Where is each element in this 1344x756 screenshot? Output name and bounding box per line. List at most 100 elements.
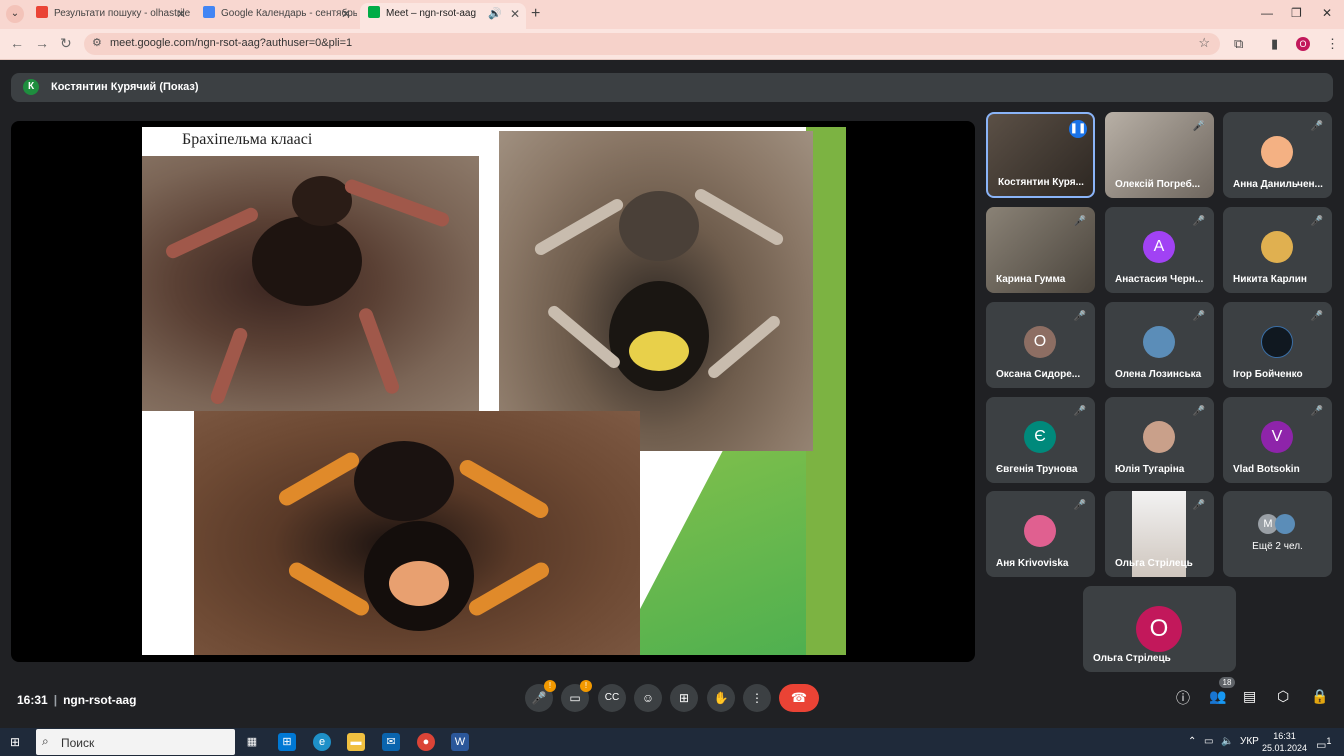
meeting-info: 16:31 | ngn-rsot-aag [17, 693, 137, 707]
participant-tile[interactable]: 🎤 Никита Карлин [1223, 207, 1332, 293]
tray-chevron-icon[interactable]: ⌃ [1188, 736, 1196, 747]
volume-icon[interactable]: 🔈 [1221, 736, 1233, 747]
chrome-icon[interactable]: ● [417, 733, 435, 751]
slide-title: Брахіпельма клаасі [182, 131, 313, 148]
self-view-tile[interactable]: О Ольга Стрілець [1083, 586, 1236, 672]
presenter-label: Костянтин Курячий (Показ) [51, 81, 199, 93]
speaking-icon: ❚❚ [1069, 120, 1087, 138]
gmail-icon [36, 6, 48, 18]
language-indicator[interactable]: УКР [1240, 736, 1259, 747]
warning-icon: ! [580, 680, 592, 692]
participant-tile[interactable]: ❚❚ Костянтин Куря... [986, 112, 1095, 198]
mic-off-icon: 🎤 [1192, 311, 1206, 322]
mail-icon[interactable]: ✉ [382, 733, 400, 751]
forward-icon[interactable]: → [35, 35, 49, 51]
word-icon[interactable]: W [451, 733, 469, 751]
participant-tile[interactable]: 🎤 Олексій Погреб... [1105, 112, 1214, 198]
close-window-icon[interactable]: ✕ [1322, 6, 1332, 20]
speaker-icon[interactable]: 🔊 [488, 3, 502, 25]
site-info-icon[interactable]: ⚙ [92, 36, 102, 49]
raise-hand-button[interactable]: ✋ [707, 684, 735, 712]
avatar: V [1261, 421, 1293, 453]
participant-tile[interactable]: 🎤 Ігор Бойченко [1223, 302, 1332, 388]
mic-off-icon: 🎤 [1073, 311, 1087, 322]
emoji-button[interactable]: ☺ [634, 684, 662, 712]
meet-icon [368, 6, 380, 18]
notifications-icon[interactable]: ▭1 [1316, 736, 1332, 752]
profile-avatar[interactable]: O [1296, 37, 1310, 51]
avatar [1143, 326, 1175, 358]
tab-meet[interactable]: Meet – ngn-rsot-aag 🔊 ✕ [360, 3, 526, 29]
tab-label: Результати пошуку - olhastrile [54, 8, 191, 19]
close-icon[interactable]: ✕ [341, 3, 351, 25]
sidepanel-icon[interactable]: ▮ [1271, 36, 1278, 52]
present-button[interactable]: ⊞ [670, 684, 698, 712]
network-icon[interactable]: ▭ [1204, 736, 1213, 747]
mic-off-icon: 🎤 [1310, 311, 1324, 322]
omnibox[interactable]: ⚙ meet.google.com/ngn-rsot-aag?authuser=… [84, 33, 1220, 55]
participant-name: Оксана Сидоре... [996, 369, 1081, 380]
tab-gmail[interactable]: Результати пошуку - olhastrile ✕ [28, 3, 192, 29]
presentation-stage[interactable]: Брахіпельма клаасі [11, 121, 975, 662]
store-icon[interactable]: ⊞ [278, 733, 296, 751]
task-view-icon[interactable]: ▦ [243, 733, 261, 751]
taskbar-search[interactable]: ⌕ Поиск [36, 729, 235, 755]
back-icon[interactable]: ← [10, 35, 24, 51]
address-bar: ← → ↻ ⚙ meet.google.com/ngn-rsot-aag?aut… [0, 29, 1344, 60]
participant-tile[interactable]: 🎤 Карина Гумма [986, 207, 1095, 293]
participant-tile[interactable]: 🎤 О Оксана Сидоре... [986, 302, 1095, 388]
new-tab-button[interactable]: + [531, 5, 540, 23]
participant-tile[interactable]: 🎤 Анна Данильчен... [1223, 112, 1332, 198]
participant-tile[interactable]: 🎤 А Анастасия Черн... [1105, 207, 1214, 293]
leave-call-button[interactable]: ☎ [779, 684, 819, 712]
bookmark-star-icon[interactable]: ☆ [1198, 35, 1210, 51]
participant-name: Анна Данильчен... [1233, 179, 1323, 190]
people-icon[interactable]: 👥 [1209, 688, 1226, 705]
avatar [1275, 514, 1295, 534]
participant-count-badge: 18 [1219, 677, 1235, 688]
maximize-icon[interactable]: ❐ [1291, 6, 1302, 20]
tab-search-button[interactable]: ⌄ [6, 5, 24, 23]
participant-name: Олексій Погреб... [1115, 179, 1201, 190]
url-text: meet.google.com/ngn-rsot-aag?authuser=0&… [110, 37, 353, 49]
meeting-code: ngn-rsot-aag [63, 693, 137, 707]
participant-tile[interactable]: 🎤 V Vlad Botsokin [1223, 397, 1332, 483]
camera-button[interactable]: ▭! [561, 680, 592, 712]
windows-start-icon[interactable]: ⊞ [10, 735, 24, 749]
participant-name: Ольга Стрілець [1093, 653, 1171, 664]
host-controls-icon[interactable]: 🔒 [1311, 688, 1328, 705]
avatar [1024, 515, 1056, 547]
tarantula-photo-1 [142, 156, 479, 411]
chat-icon[interactable]: ▤ [1243, 688, 1256, 705]
participant-tile[interactable]: 🎤 Олена Лозинська [1105, 302, 1214, 388]
mic-off-icon: 🎤 [1192, 216, 1206, 227]
close-icon[interactable]: ✕ [176, 3, 186, 25]
mic-button[interactable]: 🎤! [525, 680, 556, 712]
extensions-icon[interactable]: ⧉ [1234, 36, 1243, 52]
tab-label: Google Календарь - сентябрь [221, 8, 357, 19]
tarantula-photo-3 [194, 411, 640, 655]
more-participants-tile[interactable]: М Ещё 2 чел. [1223, 491, 1332, 577]
participant-tile[interactable]: 🎤 Аня Krivoviska [986, 491, 1095, 577]
file-explorer-icon[interactable]: ▬ [347, 733, 365, 751]
participant-tile[interactable]: 🎤 Ольга Стрілець [1105, 491, 1214, 577]
participant-tile[interactable]: 🎤 Юлія Тугаріна [1105, 397, 1214, 483]
more-options-button[interactable]: ⋮ [743, 684, 771, 712]
edge-icon[interactable]: e [313, 733, 331, 751]
minimize-icon[interactable]: — [1261, 6, 1273, 20]
participant-tile[interactable]: 🎤 Є Євгенія Трунова [986, 397, 1095, 483]
reload-icon[interactable]: ↻ [60, 35, 72, 52]
captions-button[interactable]: CC [598, 684, 626, 712]
participant-name: Анастасия Черн... [1115, 274, 1204, 285]
activities-icon[interactable]: ⬡ [1277, 688, 1289, 705]
info-icon[interactable]: ⓘ [1176, 688, 1190, 708]
taskbar-clock[interactable]: 16:31 25.01.2024 [1262, 730, 1307, 754]
close-icon[interactable]: ✕ [510, 3, 520, 25]
meeting-time: 16:31 [17, 693, 48, 707]
mic-off-icon: 🎤 [1192, 121, 1206, 132]
tab-calendar[interactable]: Google Календарь - сентябрь ✕ [195, 3, 357, 29]
search-icon: ⌕ [42, 734, 49, 748]
mic-off-icon: 🎤 [1073, 500, 1087, 511]
mic-off-icon: 🎤 [1192, 500, 1206, 511]
menu-icon[interactable]: ⋮ [1326, 36, 1339, 52]
